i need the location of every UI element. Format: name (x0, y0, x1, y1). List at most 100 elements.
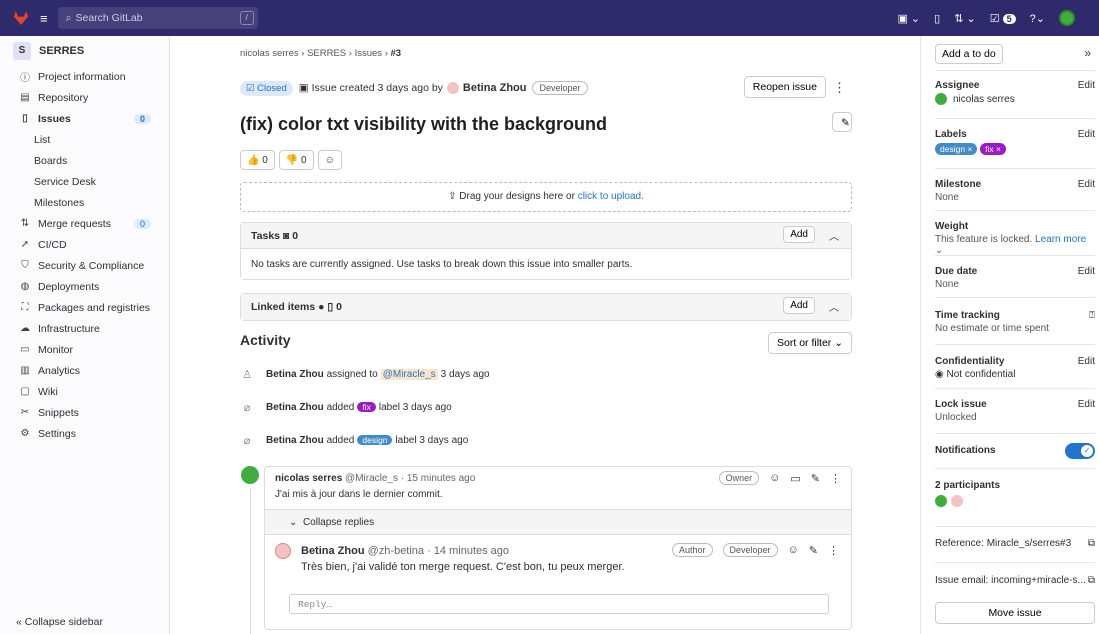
sidebar-item-snippets[interactable]: ✂ Snippets (0, 402, 169, 423)
mention[interactable]: @Miracle_s (380, 368, 438, 380)
help-icon[interactable]: ?⌄ (1030, 12, 1045, 25)
edit-due-date-link[interactable]: Edit (1078, 266, 1095, 277)
divider (935, 388, 1095, 389)
smiley-icon[interactable]: ☺ (788, 544, 799, 556)
chevron-up-icon[interactable]: ︿ (829, 299, 839, 314)
edit-lock-link[interactable]: Edit (1078, 399, 1095, 410)
thumbs-up-button[interactable]: 👍 0 (240, 150, 275, 170)
label-fix[interactable]: fix × (980, 143, 1006, 155)
scissors-icon: ✂ (20, 407, 30, 418)
top-navbar: ≡ ⌕ Search GitLab / ▣ ⌄ ▯ ⇅ ⌄ ☑ 5 ?⌄ (0, 0, 1099, 36)
collapse-replies-button[interactable]: ⌄ Collapse replies (265, 509, 851, 535)
thumbs-down-icon: 👎 (285, 154, 299, 166)
chevron-up-icon[interactable]: ︿ (829, 228, 839, 243)
todo-count-badge: 5 (1002, 13, 1016, 24)
search-input[interactable]: ⌕ Search GitLab / (57, 7, 258, 29)
sidebar-item-packages[interactable]: ⛶ Packages and registries (0, 297, 169, 318)
label-design[interactable]: design × (935, 143, 978, 155)
edit-labels-link[interactable]: Edit (1078, 129, 1095, 140)
sidebar-item-monitor[interactable]: ▭ Monitor (0, 339, 169, 360)
edit-confidentiality-link[interactable]: Edit (1078, 356, 1095, 367)
participant-avatar[interactable] (935, 495, 947, 507)
breadcrumb-user[interactable]: nicolas serres (240, 48, 299, 59)
pencil-icon: ✎ (841, 117, 850, 129)
divider (935, 433, 1095, 434)
merge-requests-icon[interactable]: ⇅ ⌄ (954, 12, 976, 25)
breadcrumb-issue[interactable]: #3 (391, 48, 402, 59)
add-todo-button[interactable]: Add a to do (935, 44, 1003, 64)
edit-assignee-link[interactable]: Edit (1078, 80, 1095, 91)
breadcrumb: nicolas serres › SERRES › Issues › #3 (240, 48, 402, 59)
design-dropzone[interactable]: ⇪ Drag your designs here or click to upl… (240, 182, 852, 212)
fix-label[interactable]: fix (357, 402, 376, 412)
sidebar-item-security[interactable]: ⛉ Security & Compliance (0, 255, 169, 276)
breadcrumb-project[interactable]: SERRES (307, 48, 346, 59)
user-avatar[interactable] (1059, 10, 1075, 26)
rocket-icon: ➚ (20, 239, 30, 250)
issues-icon[interactable]: ▯ (934, 12, 940, 25)
notifications-toggle[interactable] (1065, 443, 1095, 459)
reopen-issue-button[interactable]: Reopen issue (743, 76, 826, 98)
sidebar-item-analytics[interactable]: ▥ Analytics (0, 360, 169, 381)
menu-icon[interactable]: ≡ (40, 11, 48, 26)
linked-items-header: Linked items ● ▯ 0 (241, 294, 851, 320)
sidebar-item-issues[interactable]: ▯ Issues 0 (0, 108, 169, 129)
sidebar-item-deployments[interactable]: ◍ Deployments (0, 276, 169, 297)
move-issue-button[interactable]: Move issue (935, 602, 1095, 624)
sidebar-item-wiki[interactable]: ▢ Wiki (0, 381, 169, 402)
copy-icon[interactable]: ⧉ (1088, 575, 1095, 586)
sidebar-item-infrastructure[interactable]: ☁ Infrastructure (0, 318, 169, 339)
create-new-icon[interactable]: ▣ ⌄ (897, 12, 920, 25)
sidebar-item-milestones[interactable]: Milestones (0, 192, 169, 213)
sidebar-item-project-information[interactable]: ⓘ Project information (0, 66, 169, 87)
project-sidebar: S SERRES ⓘ Project information ▤ Repositor… (0, 36, 170, 634)
author-badge: Author (671, 543, 713, 557)
divider (935, 255, 1095, 256)
sidebar-item-merge-requests[interactable]: ⇅ Merge requests 0 (0, 213, 169, 234)
participant-avatar[interactable] (951, 495, 963, 507)
labels-section: Labels Edit design × fix × (935, 129, 1095, 155)
add-task-button[interactable]: Add (783, 226, 815, 243)
add-reaction-button[interactable]: ☺ (317, 150, 342, 170)
reply-avatar[interactable] (275, 543, 291, 559)
pencil-icon[interactable]: ✎ (811, 472, 820, 485)
collapse-right-sidebar-icon[interactable]: » (1084, 46, 1091, 60)
gitlab-logo-icon[interactable] (14, 11, 28, 25)
confidentiality-section: Confidentiality Edit ◉ Not confidential (935, 356, 1095, 380)
thumbs-up-icon: 👍 (247, 154, 260, 166)
thumbs-down-button[interactable]: 👎 0 (278, 150, 314, 170)
reply-input[interactable]: Reply… (289, 594, 829, 614)
smiley-icon[interactable]: ☺ (769, 472, 780, 484)
edit-title-button[interactable]: ✎ (832, 112, 852, 132)
sidebar-item-settings[interactable]: ⚙ Settings (0, 423, 169, 444)
more-actions-icon[interactable]: ⋮ (828, 544, 839, 557)
sidebar-item-service-desk[interactable]: Service Desk (0, 171, 169, 192)
sort-filter-dropdown[interactable]: Sort or filter ⌄ (768, 332, 852, 354)
more-actions-icon[interactable]: ⋮ (830, 472, 841, 485)
closed-icon: ☑ (246, 82, 258, 94)
design-label[interactable]: design (357, 435, 393, 445)
edit-milestone-link[interactable]: Edit (1078, 179, 1095, 190)
upload-icon: ⇪ (448, 191, 460, 202)
sidebar-item-ci-cd[interactable]: ➚ CI/CD (0, 234, 169, 255)
breadcrumb-issues[interactable]: Issues (355, 48, 382, 59)
more-actions-icon[interactable]: ⋮ (833, 80, 846, 96)
pencil-icon[interactable]: ✎ (809, 544, 818, 557)
upload-link[interactable]: click to upload. (578, 191, 644, 202)
project-header[interactable]: S SERRES (0, 36, 169, 66)
sidebar-item-boards[interactable]: Boards (0, 150, 169, 171)
author-avatar[interactable] (446, 82, 459, 94)
learn-more-link[interactable]: Learn more (1035, 234, 1086, 245)
commenter-avatar[interactable] (241, 466, 259, 484)
collapse-sidebar-button[interactable]: « Collapse sidebar (16, 616, 103, 628)
reply-icon[interactable]: ▭ (790, 472, 800, 485)
help-icon[interactable]: ⍰ (1089, 310, 1095, 321)
add-linked-item-button[interactable]: Add (783, 297, 815, 314)
sidebar-item-repository[interactable]: ▤ Repository (0, 87, 169, 108)
shield-icon: ⛉ (21, 260, 29, 271)
sidebar-item-list[interactable]: List (0, 129, 169, 150)
todos-icon[interactable]: ☑ 5 (990, 12, 1016, 25)
issue-author[interactable]: Betina Zhou (463, 82, 527, 94)
comment-thread: nicolas serres @Miracle_s · 15 minutes a… (264, 466, 852, 630)
copy-icon[interactable]: ⧉ (1088, 538, 1095, 549)
